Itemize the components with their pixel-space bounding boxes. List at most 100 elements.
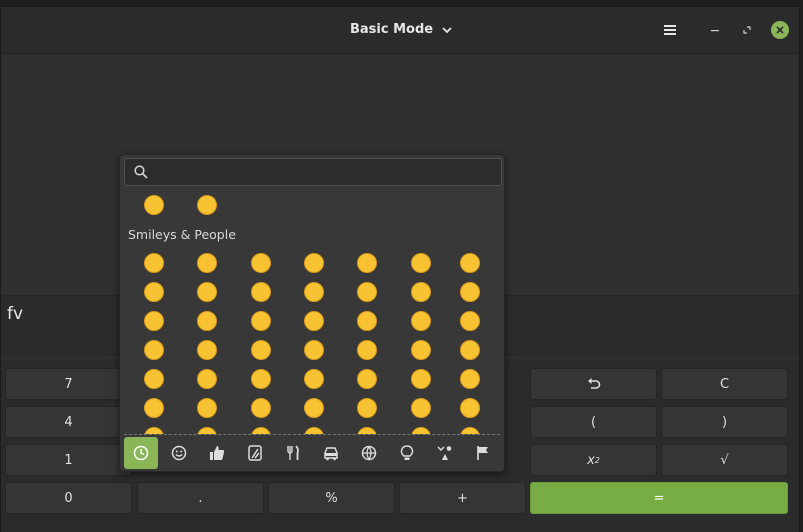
emoji-face-raised-eyebrow[interactable] xyxy=(194,337,220,363)
emoji-face-savoring-food[interactable] xyxy=(301,279,327,305)
emoji-face xyxy=(251,282,271,302)
emoji-face xyxy=(144,398,164,418)
emoji-smirking-face[interactable] xyxy=(457,337,483,363)
category-flags[interactable] xyxy=(466,437,500,469)
clear-button[interactable]: C xyxy=(661,368,788,400)
category-nature[interactable] xyxy=(238,437,272,469)
emoji-face-rolling-eyes[interactable] xyxy=(408,337,434,363)
emoji-heart-eyes[interactable] xyxy=(408,279,434,305)
emoji-smiling-face-sunglasses[interactable] xyxy=(354,279,380,305)
emoji-drooling-face[interactable] xyxy=(408,395,434,421)
category-symbols[interactable] xyxy=(428,437,462,469)
emoji-unamused-face[interactable] xyxy=(457,395,483,421)
emoji-smiling-face-smiling-eyes[interactable] xyxy=(248,279,274,305)
menu-button[interactable] xyxy=(661,21,679,39)
category-activities[interactable] xyxy=(352,437,386,469)
key-7[interactable]: 7 xyxy=(5,368,132,400)
emoji-squinting-face[interactable] xyxy=(141,279,167,305)
emoji-face xyxy=(197,311,217,331)
emoji-pensive-face[interactable] xyxy=(194,424,220,434)
emoji-search-field[interactable] xyxy=(124,158,502,186)
emoji-face xyxy=(460,282,480,302)
emoji-hushed-face[interactable] xyxy=(354,366,380,392)
emoji-neutral-face[interactable] xyxy=(248,337,274,363)
emoji-confused-face[interactable] xyxy=(248,424,274,434)
emoji-face-blowing-kiss[interactable] xyxy=(457,279,483,305)
key-1[interactable]: 1 xyxy=(5,444,132,476)
emoji-upside-down-face[interactable] xyxy=(301,424,327,434)
sqrt-button[interactable]: √ xyxy=(661,444,788,476)
emoji-face xyxy=(144,369,164,389)
emoji-winking-face[interactable] xyxy=(194,279,220,305)
category-objects[interactable] xyxy=(390,437,424,469)
category-smileys[interactable] xyxy=(162,437,196,469)
category-recent[interactable] xyxy=(124,437,158,469)
emoji-astonished-face[interactable] xyxy=(408,424,434,434)
key-4[interactable]: 4 xyxy=(5,406,132,438)
category-body[interactable] xyxy=(200,437,234,469)
emoji-squinting-tongue[interactable] xyxy=(354,395,380,421)
emoji-thinking-face[interactable] xyxy=(141,337,167,363)
emoji-grinning-face[interactable] xyxy=(141,250,167,276)
decimal-button[interactable]: . xyxy=(137,482,264,514)
symbols-icon xyxy=(437,446,452,460)
emoji-face-open-mouth[interactable] xyxy=(248,366,274,392)
emoji-smiling-face[interactable] xyxy=(301,308,327,334)
key-0[interactable]: 0 xyxy=(5,482,132,514)
maximize-button[interactable] xyxy=(738,21,756,39)
emoji-face-without-mouth[interactable] xyxy=(354,337,380,363)
emoji-downcast-sweat[interactable] xyxy=(141,424,167,434)
emoji-face xyxy=(304,311,324,331)
square-button[interactable]: x2 xyxy=(530,444,657,476)
add-button[interactable]: + xyxy=(399,482,526,514)
emoji-sad-relieved-face[interactable] xyxy=(194,366,220,392)
emoji-money-mouth-face[interactable] xyxy=(354,424,380,434)
emoji-face xyxy=(144,340,164,360)
emoji-tired-face[interactable] xyxy=(457,366,483,392)
emoji-expressionless-face[interactable] xyxy=(301,337,327,363)
emoji-grinning-sweat[interactable] xyxy=(457,250,483,276)
emoji-hugging-face[interactable] xyxy=(408,308,434,334)
emoji-rolling-on-floor-laughing[interactable] xyxy=(301,250,327,276)
recent-emoji-grinning-face[interactable] xyxy=(141,192,167,218)
emoji-face-with-tears-of-joy[interactable] xyxy=(248,250,274,276)
emoji-face xyxy=(357,427,377,434)
entry-text[interactable]: fv xyxy=(7,304,23,324)
emoji-grinning-face-big-eyes[interactable] xyxy=(354,250,380,276)
recent-emoji-rolling-on-floor-laughing[interactable] xyxy=(194,192,220,218)
mode-selector[interactable]: Basic Mode xyxy=(350,22,453,37)
category-travel[interactable] xyxy=(314,437,348,469)
emoji-relieved-face[interactable] xyxy=(194,395,220,421)
emoji-kissing-smiling-eyes[interactable] xyxy=(194,308,220,334)
emoji-face xyxy=(304,253,324,273)
car-icon xyxy=(324,447,338,461)
emoji-sleepy-face[interactable] xyxy=(408,366,434,392)
emoji-face xyxy=(460,369,480,389)
emoji-face xyxy=(197,369,217,389)
undo-button[interactable] xyxy=(530,368,657,400)
open-paren-button[interactable]: ( xyxy=(530,406,657,438)
undo-icon xyxy=(587,378,600,389)
emoji-beaming-face[interactable] xyxy=(194,250,220,276)
emoji-kissing-face[interactable] xyxy=(141,308,167,334)
percent-button[interactable]: % xyxy=(268,482,395,514)
emoji-kissing-closed-eyes[interactable] xyxy=(248,308,274,334)
minimize-button[interactable] xyxy=(706,21,724,39)
emoji-zipper-mouth-face[interactable] xyxy=(301,366,327,392)
emoji-grinning-face-smiling-eyes[interactable] xyxy=(408,250,434,276)
close-button[interactable] xyxy=(771,21,789,39)
emoji-star-struck[interactable] xyxy=(457,308,483,334)
emoji-face-tongue[interactable] xyxy=(248,395,274,421)
emoji-slightly-smiling-face[interactable] xyxy=(354,308,380,334)
emoji-search-input[interactable] xyxy=(156,164,501,180)
equals-button[interactable]: = xyxy=(530,482,788,514)
category-food[interactable] xyxy=(276,437,310,469)
close-paren-button[interactable]: ) xyxy=(661,406,788,438)
emoji-persevering-face[interactable] xyxy=(141,366,167,392)
emoji-frowning-face[interactable] xyxy=(457,424,483,434)
emoji-sleeping-face[interactable] xyxy=(141,395,167,421)
hamburger-icon xyxy=(664,25,676,35)
thumbs-up-icon xyxy=(210,446,225,460)
emoji-winking-tongue[interactable] xyxy=(301,395,327,421)
minimize-icon xyxy=(711,30,719,32)
